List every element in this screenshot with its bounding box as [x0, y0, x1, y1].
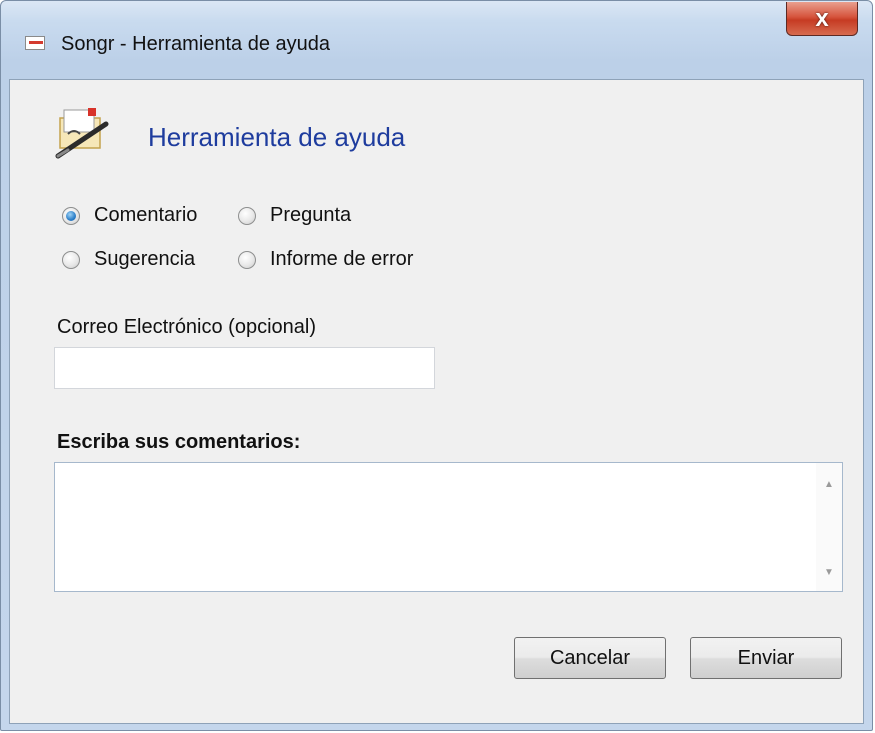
dialog-window: Songr - Herramienta de ayuda x Herramien… [0, 0, 873, 731]
radio-button-checked[interactable] [62, 206, 80, 225]
radio-label: Pregunta [270, 204, 352, 226]
header-title: Herramienta de ayuda [148, 122, 406, 152]
radio-informe-de-error[interactable]: Informe de error [238, 248, 413, 271]
close-button[interactable]: x [786, 2, 858, 36]
radio-button[interactable] [238, 250, 256, 269]
close-icon: x [815, 5, 829, 32]
scroll-up-arrow-icon[interactable]: ▲ [816, 471, 842, 497]
feedback-pen-icon [55, 108, 109, 159]
title-bar[interactable]: Songr - Herramienta de ayuda x [1, 1, 872, 55]
comments-textarea[interactable] [55, 463, 815, 591]
send-button[interactable]: Enviar [690, 637, 842, 679]
radio-label: Sugerencia [94, 248, 196, 270]
radio-sugerencia[interactable]: Sugerencia [62, 248, 195, 271]
scroll-down-arrow-icon[interactable]: ▼ [816, 559, 842, 585]
email-label: Correo Electrónico (opcional) [57, 316, 317, 338]
email-field[interactable] [54, 347, 435, 389]
cancel-button[interactable]: Cancelar [514, 637, 666, 679]
radio-button[interactable] [238, 206, 256, 225]
window-title: Songr - Herramienta de ayuda [61, 33, 331, 55]
radio-pregunta[interactable]: Pregunta [238, 204, 351, 227]
radio-label: Informe de error [270, 248, 414, 270]
radio-button[interactable] [62, 250, 80, 269]
radio-label: Comentario [94, 204, 198, 226]
app-window-icon [25, 36, 45, 50]
dialog-content: Herramienta de ayuda Comentario Pregunta… [9, 79, 864, 724]
radio-comentario[interactable]: Comentario [62, 204, 197, 227]
comments-box: ▲ ▼ [54, 462, 843, 592]
comments-label: Escriba sus comentarios: [57, 431, 301, 453]
comments-scrollbar[interactable]: ▲ ▼ [816, 463, 842, 591]
